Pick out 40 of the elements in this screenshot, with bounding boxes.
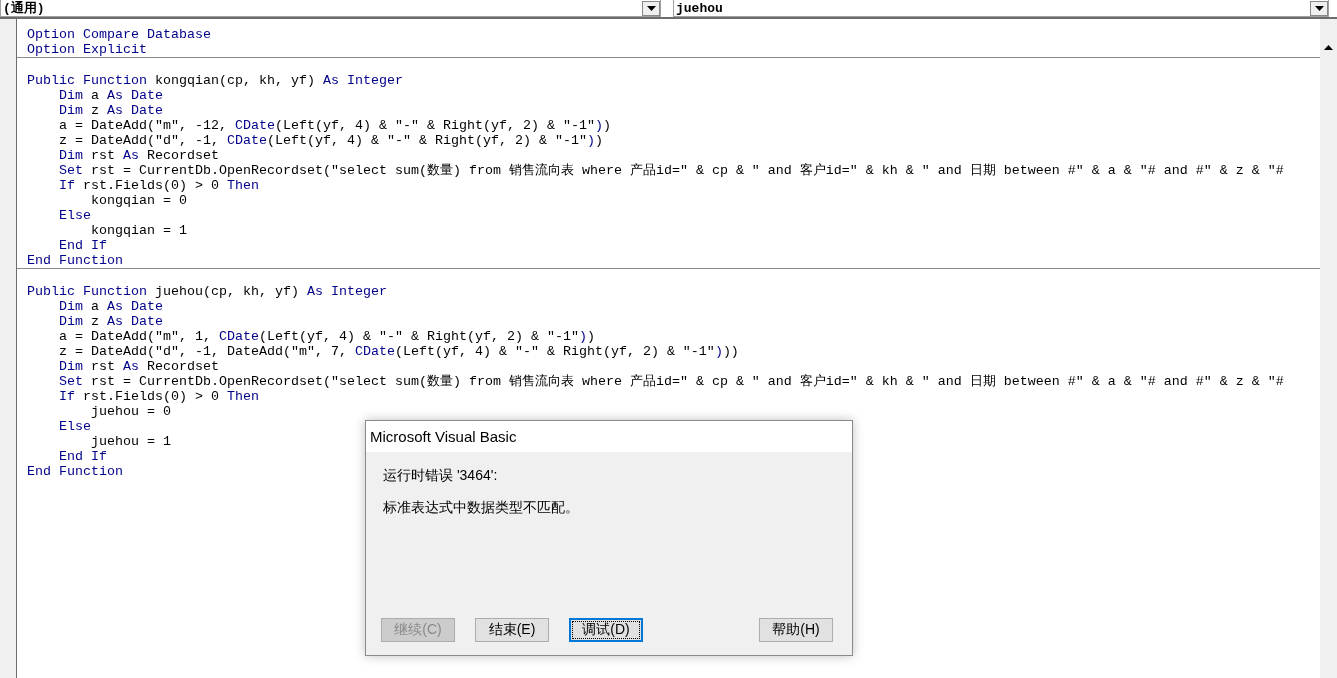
dropdown-arrow-icon[interactable] xyxy=(646,5,656,11)
dialog-button[interactable]: 帮助(H) xyxy=(759,618,833,642)
code-line: Set rst = CurrentDb.OpenRecordset("select sum(数量) from 销售流向表 where 产品id=" & cp & " and 客户id=" & kh & " and 日期 between #" & a & "# and #" & z & "# xyxy=(58,374,1284,389)
code-line: z = DateAdd("d", -1, CDate(Left(yf, 4) & "-" & Right(yf, 2) & "-1")) xyxy=(58,133,603,148)
scroll-up-icon[interactable] xyxy=(1324,45,1333,50)
object-dropdown[interactable]: (通用) xyxy=(0,0,661,17)
code-line: Dim a As Date xyxy=(58,299,163,314)
dialog-button[interactable]: 结束(E) xyxy=(475,618,549,642)
code-line: Option Explicit xyxy=(27,42,147,57)
code-line: juehou = 1 xyxy=(90,434,171,449)
code-line: End Function xyxy=(27,253,123,268)
code-line: Dim z As Date xyxy=(58,103,163,118)
code-line: kongqian = 1 xyxy=(90,223,187,238)
code-line: z = DateAdd("d", -1, DateAdd("m", 7, CDate(Left(yf, 4) & "-" & Right(yf, 2) & "-1"))) xyxy=(58,344,739,359)
code-line: a = DateAdd("m", -12, CDate(Left(yf, 4) & "-" & Right(yf, 2) & "-1")) xyxy=(58,118,611,133)
error-message: 标准表达式中数据类型不匹配。 xyxy=(383,499,580,517)
vertical-scrollbar[interactable] xyxy=(1320,19,1337,678)
code-line: End Function xyxy=(27,464,123,479)
dialog-title: Microsoft Visual Basic xyxy=(366,421,852,452)
code-line: End If xyxy=(58,449,107,464)
code-line: If rst.Fields(0) > 0 Then xyxy=(58,178,259,193)
procedure-dropdown[interactable]: juehou xyxy=(673,0,1329,17)
code-line: Dim z As Date xyxy=(58,314,163,329)
code-line: If rst.Fields(0) > 0 Then xyxy=(58,389,259,404)
dropdown-arrow-icon[interactable] xyxy=(1314,5,1324,11)
error-message: 运行时错误 '3464': xyxy=(383,467,499,485)
code-line: Option Compare Database xyxy=(27,27,211,42)
code-line: End If xyxy=(58,238,107,253)
code-line: kongqian = 0 xyxy=(90,193,187,208)
code-line: Dim a As Date xyxy=(58,88,163,103)
code-line: juehou = 0 xyxy=(90,404,171,419)
code-line: Else xyxy=(58,419,91,434)
dialog-button[interactable]: 调试(D) xyxy=(569,618,643,642)
code-line: Public Function juehou(cp, kh, yf) As Integer xyxy=(27,284,387,299)
code-line: a = DateAdd("m", 1, CDate(Left(yf, 4) & "-" & Right(yf, 2) & "-1")) xyxy=(58,329,595,344)
code-line: Public Function kongqian(cp, kh, yf) As Integer xyxy=(27,73,403,88)
code-line: Dim rst As Recordset xyxy=(58,148,219,163)
code-line: Dim rst As Recordset xyxy=(58,359,219,374)
code-line: Else xyxy=(58,208,91,223)
code-line: Set rst = CurrentDb.OpenRecordset("select sum(数量) from 销售流向表 where 产品id=" & cp & " and 客户id=" & kh & " and 日期 between #" & a & "# and #" & z & "# xyxy=(58,163,1284,178)
